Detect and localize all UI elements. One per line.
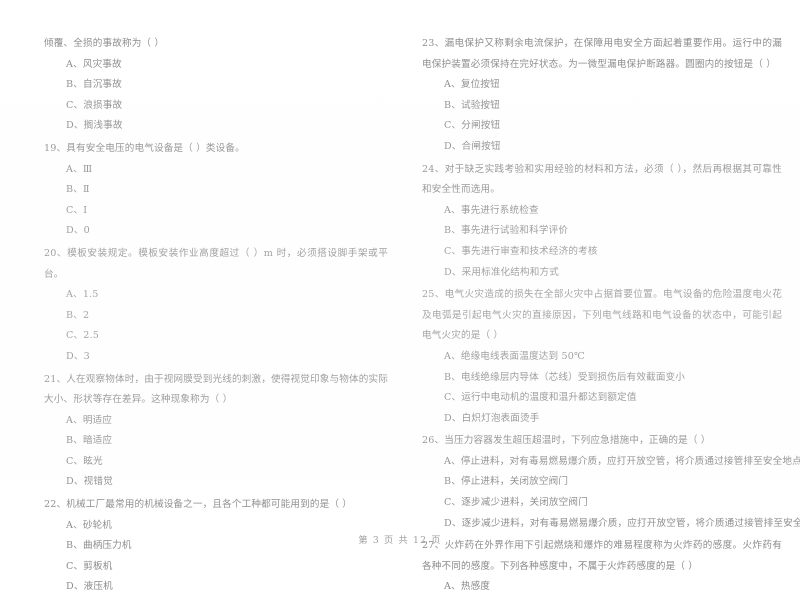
- question-block: 20、模板安装规定。模板安装作业高度超过（ ）m 时，必须搭设脚手架或平台。 A…: [44, 244, 388, 368]
- option-b[interactable]: B、Ⅱ: [44, 180, 388, 201]
- option-b[interactable]: B、暗适应: [44, 431, 388, 452]
- option-b[interactable]: B、停止进料，关闭放空阀门: [422, 472, 782, 493]
- option-d[interactable]: D、视错觉: [44, 472, 388, 493]
- question-block: 19、具有安全电压的电气设备是（ ）类设备。 A、Ⅲ B、Ⅱ C、Ⅰ D、0: [44, 139, 388, 242]
- question-block: 倾覆、全损的事故称为（ ） A、风灾事故 B、自沉事故 C、浪损事故 D、搁浅事…: [44, 34, 388, 137]
- option-list: A、风灾事故 B、自沉事故 C、浪损事故 D、搁浅事故: [44, 55, 388, 137]
- page-footer: 第 3 页 共 12 页: [358, 535, 442, 546]
- option-b[interactable]: B、电线绝缘层内导体（芯线）受到损伤后有效截面变小: [422, 368, 782, 389]
- option-d[interactable]: D、合闸按钮: [422, 137, 782, 158]
- option-c[interactable]: C、事先进行审查和技术经济的考核: [422, 242, 782, 263]
- option-list: A、砂轮机 B、曲柄压力机 C、剪板机 D、液压机: [44, 516, 388, 598]
- option-b[interactable]: B、2: [44, 306, 388, 327]
- two-column-body: 倾覆、全损的事故称为（ ） A、风灾事故 B、自沉事故 C、浪损事故 D、搁浅事…: [0, 34, 800, 600]
- question-block: 24、对于缺乏实践考验和实用经验的材料和方法，必须（ ），然后再根据其可靠性和安…: [422, 160, 782, 284]
- question-stem: 25、电气火灾造成的损失在全部火灾中占据首要位置。电气设备的危险温度电火花及电弧…: [422, 289, 782, 342]
- option-c[interactable]: C、浪损事故: [44, 96, 388, 117]
- question-stem: 22、机械工厂最常用的机械设备之一，且各个工种都可能用到的是（ ）: [44, 499, 353, 511]
- question-stem: 26、当压力容器发生超压超温时，下列应急措施中，正确的是（ ）: [422, 435, 711, 447]
- right-column: 23、漏电保护又称剩余电流保护，在保障用电安全方面起着重要作用。运行中的漏电保护…: [400, 34, 800, 600]
- option-list: A、事先进行系统检查 B、事先进行试验和科学评价 C、事先进行审查和技术经济的考…: [422, 201, 782, 283]
- option-d[interactable]: D、采用标准化结构和方式: [422, 263, 782, 284]
- option-d[interactable]: D、液压机: [44, 577, 388, 598]
- option-d[interactable]: D、搁浅事故: [44, 116, 388, 137]
- question-stem: 20、模板安装规定。模板安装作业高度超过（ ）m 时，必须搭设脚手架或平台。: [44, 247, 388, 280]
- option-a[interactable]: A、Ⅲ: [44, 160, 388, 181]
- option-a[interactable]: A、热感度: [422, 577, 782, 598]
- question-stem: 19、具有安全电压的电气设备是（ ）类设备。: [44, 142, 245, 154]
- option-d[interactable]: D、0: [44, 221, 388, 242]
- question-block: 23、漏电保护又称剩余电流保护，在保障用电安全方面起着重要作用。运行中的漏电保护…: [422, 34, 782, 158]
- question-stem: 21、人在观察物体时，由于视网膜受到光线的刺激，使得视觉印象与物体的实际大小、形…: [44, 373, 388, 406]
- option-a[interactable]: A、风灾事故: [44, 55, 388, 76]
- question-block: 22、机械工厂最常用的机械设备之一，且各个工种都可能用到的是（ ） A、砂轮机 …: [44, 495, 388, 598]
- option-c[interactable]: C、剪板机: [44, 557, 388, 578]
- question-block: 25、电气火灾造成的损失在全部火灾中占据首要位置。电气设备的危险温度电火花及电弧…: [422, 285, 782, 429]
- option-a[interactable]: A、事先进行系统检查: [422, 201, 782, 222]
- question-block: 26、当压力容器发生超压超温时，下列应急措施中，正确的是（ ） A、停止进料，对…: [422, 431, 800, 534]
- option-a[interactable]: A、明适应: [44, 411, 388, 432]
- question-stem: 倾覆、全损的事故称为（ ）: [44, 38, 165, 49]
- option-c[interactable]: C、逐步减少进料，关闭放空阀门: [422, 493, 782, 514]
- option-list: A、绝缘电线表面温度达到 50℃ B、电线绝缘层内导体（芯线）受到损伤后有效截面…: [422, 347, 782, 429]
- option-c[interactable]: C、分闸按钮: [422, 116, 782, 137]
- option-b[interactable]: B、事先进行试验和科学评价: [422, 221, 782, 242]
- option-a[interactable]: A、1.5: [44, 285, 388, 306]
- option-c[interactable]: C、运行中电动机的温度和温升都达到额定值: [422, 388, 782, 409]
- option-b[interactable]: B、试验按钮: [422, 96, 782, 117]
- question-stem: 23、漏电保护又称剩余电流保护，在保障用电安全方面起着重要作用。运行中的漏电保护…: [422, 38, 782, 70]
- option-a[interactable]: A、停止进料，对有毒易燃易爆介质，应打开放空管，将介质通过接管排至安全地点: [422, 452, 800, 473]
- option-list: A、1.5 B、2 C、2.5 D、3: [44, 285, 388, 367]
- left-column: 倾覆、全损的事故称为（ ） A、风灾事故 B、自沉事故 C、浪损事故 D、搁浅事…: [0, 34, 400, 600]
- option-b[interactable]: B、自沉事故: [44, 75, 388, 96]
- option-a[interactable]: A、复位按钮: [422, 75, 782, 96]
- option-list: A、复位按钮 B、试验按钮 C、分闸按钮 D、合闸按钮: [422, 75, 782, 157]
- option-list: A、停止进料，对有毒易燃易爆介质，应打开放空管，将介质通过接管排至安全地点 B、…: [422, 452, 800, 534]
- question-block: 21、人在观察物体时，由于视网膜受到光线的刺激，使得视觉印象与物体的实际大小、形…: [44, 370, 388, 494]
- option-c[interactable]: C、Ⅰ: [44, 201, 388, 222]
- option-list: A、明适应 B、暗适应 C、眩光 D、视错觉: [44, 411, 388, 493]
- option-d[interactable]: D、白炽灯泡表面烫手: [422, 409, 782, 430]
- option-list: A、Ⅲ B、Ⅱ C、Ⅰ D、0: [44, 160, 388, 242]
- option-c[interactable]: C、眩光: [44, 452, 388, 473]
- option-c[interactable]: C、2.5: [44, 326, 388, 347]
- exam-page: 倾覆、全损的事故称为（ ） A、风灾事故 B、自沉事故 C、浪损事故 D、搁浅事…: [0, 0, 800, 592]
- option-a[interactable]: A、绝缘电线表面温度达到 50℃: [422, 347, 782, 368]
- question-stem: 24、对于缺乏实践考验和实用经验的材料和方法，必须（ ），然后再根据其可靠性和安…: [422, 163, 782, 196]
- option-list: A、热感度: [422, 577, 782, 598]
- option-d[interactable]: D、3: [44, 347, 388, 368]
